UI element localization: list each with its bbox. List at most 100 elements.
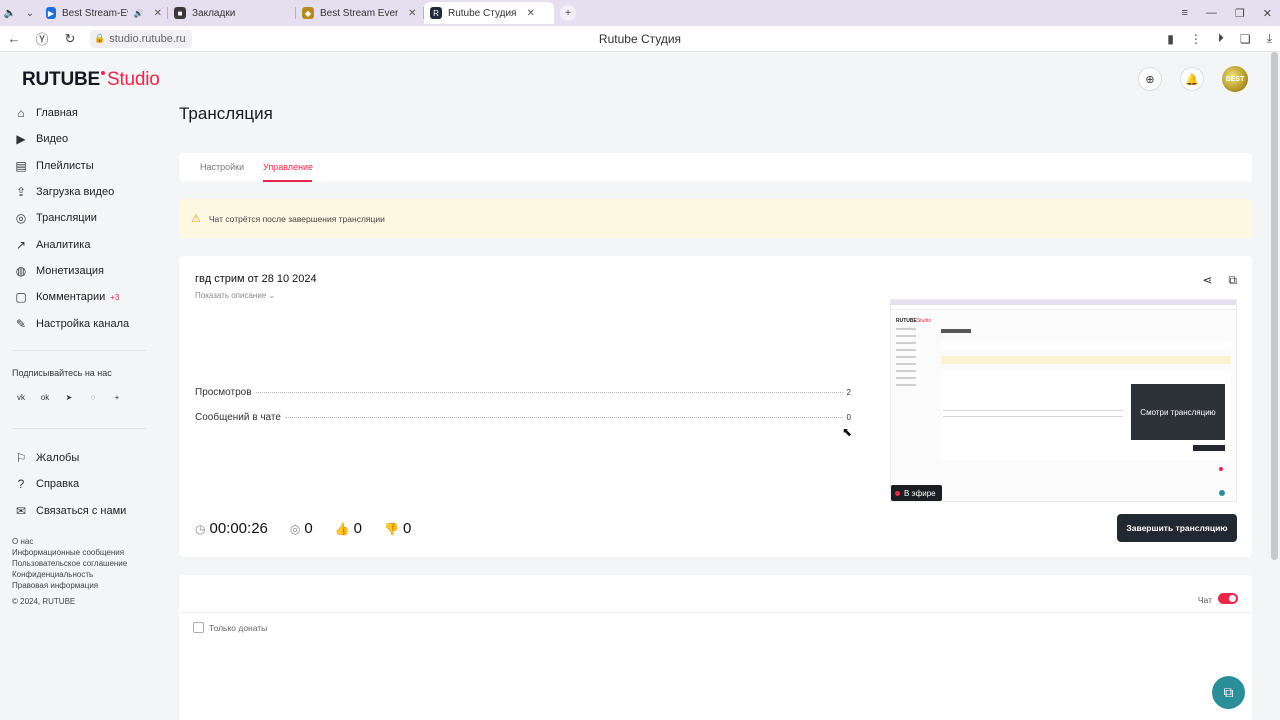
chat-toggle[interactable] [1218,593,1238,604]
broadcast-icon: ◎ [15,211,27,226]
vk-icon[interactable]: vk [14,390,28,404]
header-actions: ⊕ 🔔 BEST [1138,66,1248,92]
footer-link[interactable]: Пользовательское соглашение [12,558,127,569]
stream-preview[interactable]: RUTUBEStudio Смотри трансляцию В эфире [890,299,1237,502]
close-tab-icon[interactable]: ✕ [154,8,162,19]
stream-card: гвд стрим от 28 10 2024 Показать описани… [179,256,1252,557]
tab-favicon-icon: ■ [174,7,186,19]
minimize-icon[interactable]: — [1206,7,1217,19]
footer-link[interactable]: Информационные сообщения [12,547,127,558]
sidebar-divider [12,428,146,429]
sidebar-item[interactable]: ⚐ Жалобы [0,445,160,471]
tab-settings[interactable]: Настройки [200,162,244,172]
sidebar-item[interactable]: ▶ Видео [0,126,160,152]
download-icon[interactable]: ⤓ [1267,31,1272,46]
tab-favicon-icon: ◆ [302,7,314,19]
media-icon[interactable]: ⏵ [1218,31,1224,46]
end-stream-button[interactable]: Завершить трансляцию [1117,514,1237,542]
chat-panel: Чат Только донаты [179,575,1252,720]
viber-icon[interactable]: ◌ [86,390,100,404]
address-bar: ← Ⓨ ↻ 🔒 studio.rutube.ru Rutube Студия ▮… [0,26,1280,52]
new-tab-button[interactable]: + [560,5,576,21]
sidebar-item[interactable]: ⌂ Главная [0,100,160,126]
sidebar-item[interactable]: ▢ Комментарии +3 [0,284,160,310]
upload-icon: ⇪ [15,185,27,200]
social-links: vk ok ➤ ◌ + [14,390,124,404]
browser-tab[interactable]: ▶ Best Stream-Ever 🔊 ✕ [40,2,168,24]
collections-icon[interactable]: ❏ [1240,32,1251,46]
show-description-link[interactable]: Показать описание ⌄ [195,291,275,300]
url-field[interactable]: 🔒 studio.rutube.ru [90,29,192,48]
share-icon[interactable]: ⋖ [1202,273,1212,288]
yandex-icon[interactable]: Ⓨ [28,26,56,52]
browser-tab[interactable]: ◆ Best Stream Ever | Информ ✕ [296,2,424,24]
sidebar-item[interactable]: ▤ Плейлисты [0,153,160,179]
footer-link[interactable]: О нас [12,536,127,547]
wand-icon: ✎ [15,316,27,331]
sidebar-item[interactable]: ⇪ Загрузка видео [0,179,160,205]
close-tab-icon[interactable]: ✕ [526,8,534,19]
browser-page-title: Rutube Студия [598,31,682,46]
sidebar-item[interactable]: ◍ Монетизация [0,258,160,284]
sidebar-item[interactable]: ◎ Трансляции [0,205,160,231]
notifications-icon[interactable]: 🔔 [1180,67,1204,91]
sidebar-item-label: Комментарии [36,291,106,304]
footer-link[interactable]: Конфиденциальность [12,569,127,580]
tab-favicon-icon: ▶ [46,7,56,19]
sidebar-nav: ⌂ Главная ▶ Видео ▤ Плейлисты ⇪ Загрузка видео ◎… [0,100,160,337]
browser-tab[interactable]: ■ Закладки [168,2,296,24]
tab-audio-icon[interactable]: 🔊 [134,9,144,18]
chevron-down-icon[interactable]: ⌄ [20,3,40,23]
sidebar-item-label: Трансляции [36,212,97,225]
audio-icon[interactable]: 🔈 [0,3,20,23]
footer-link: © 2024, RUTUBE [12,597,76,606]
footer-links: О нас Информационные сообщения Пользовател… [12,536,127,607]
stream-counters: ◷ 00:00:26 ◎ 0 👍 0 👎 0 [195,520,433,537]
page-scrollbar[interactable] [1271,52,1278,560]
stat-chat-messages: Сообщений в чате 0 [195,412,851,423]
tabs-bar: Настройки Управление [179,153,1252,182]
analytics-icon: ↗ [15,237,27,252]
avatar[interactable]: BEST [1222,66,1248,92]
mouse-cursor-icon: ⬉ [842,425,853,439]
browser-tab[interactable]: R Rutube Студия ✕ [424,2,554,24]
tab-title: Rutube Студия [448,7,517,19]
sidebar-item[interactable]: ↗ Аналитика [0,231,160,257]
sidebar-item-label: Главная [36,107,78,120]
bookmark-icon[interactable]: ▮ [1167,32,1174,46]
external-link-icon[interactable]: ⧉ [1228,273,1237,288]
reload-icon[interactable]: ↻ [56,26,84,52]
back-icon[interactable]: ← [0,26,28,52]
telegram-icon[interactable]: ➤ [62,390,76,404]
sidebar-item[interactable]: ✉ Связаться с нами [0,498,160,524]
close-tab-icon[interactable]: ✕ [408,8,416,19]
dislikes-counter: 👎 0 [384,520,412,537]
tab-management[interactable]: Управление [263,162,313,172]
plus-icon[interactable]: + [110,390,124,404]
home-icon: ⌂ [17,106,25,121]
warning-text: Чат сотрётся после завершения трансляции [208,213,385,224]
sidebar-item-label: Справка [36,478,80,491]
subscribe-label: Подписывайтесь на нас [12,368,112,378]
more-icon[interactable]: ⋮ [1190,32,1202,46]
tabs-menu-icon[interactable]: ≡ [1181,7,1187,19]
preview-overlay: Смотри трансляцию [1131,384,1225,440]
help-icon: ? [17,477,25,492]
sidebar-item[interactable]: ✎ Настройка канала [0,310,160,336]
video-icon: ▶ [16,132,26,147]
viewers-counter: ◎ 0 [289,520,313,537]
page-title: Трансляция [179,104,273,123]
sidebar-item-label: Настройка канала [36,317,130,330]
sidebar-item-label: Жалобы [36,452,80,465]
sidebar-item-label: Плейлисты [36,159,94,172]
rutube-studio-logo[interactable]: RUTUBE Studio [22,69,160,91]
restore-icon[interactable]: ❐ [1235,7,1245,20]
only-donations-checkbox[interactable] [193,622,204,633]
sidebar-item[interactable]: ? Справка [0,471,160,497]
ok-icon[interactable]: ok [38,390,52,404]
close-window-icon[interactable]: ✕ [1263,7,1272,20]
only-donations-filter[interactable]: Только донаты [193,622,267,633]
footer-link[interactable]: Правовая информация [12,580,127,591]
add-content-icon[interactable]: ⊕ [1138,67,1162,91]
support-chat-button[interactable]: ⧉ [1212,676,1245,709]
